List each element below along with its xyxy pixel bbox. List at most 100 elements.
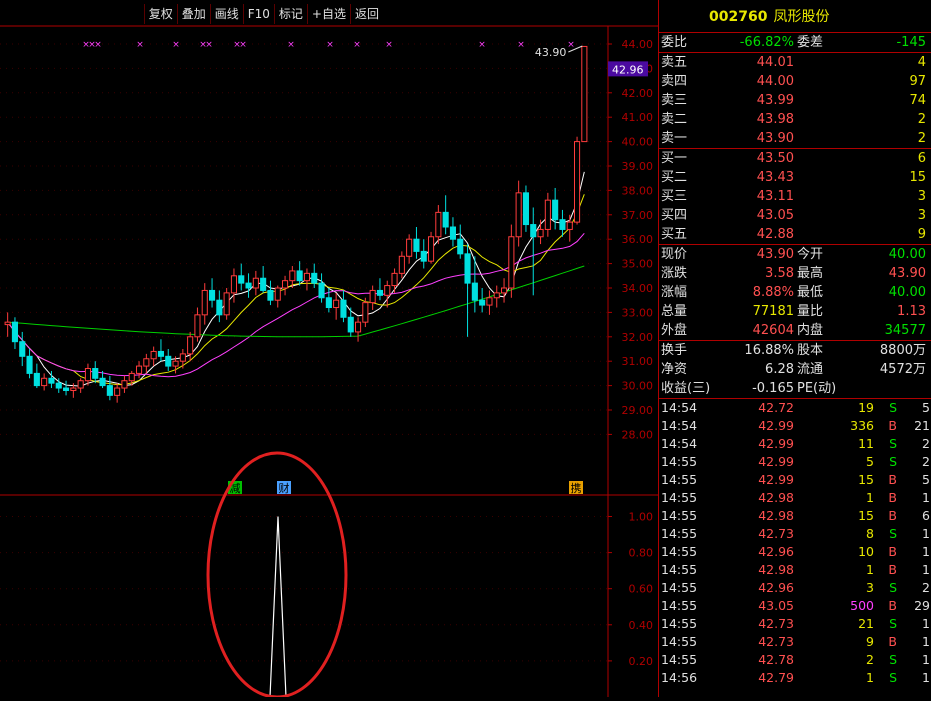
quote-value: 8.88% bbox=[752, 285, 794, 300]
kline-chart-area[interactable]: 44.0043.0042.0041.0040.0039.0038.0037.00… bbox=[0, 0, 658, 699]
y-tick-label: 40.00 bbox=[622, 136, 654, 149]
fund-label: 换手 bbox=[661, 343, 688, 358]
candle-up bbox=[369, 289, 376, 304]
tick-list[interactable]: 14:54 42.72 19 S 5 14:54 42.99 336 B 21 14:54 42.99… bbox=[659, 399, 931, 687]
y-tick-label: 39.00 bbox=[622, 160, 654, 173]
y-tick-label: 31.00 bbox=[622, 355, 654, 368]
ask-row: 卖三 43.99 74 bbox=[659, 91, 931, 110]
quote-label: 总量 bbox=[661, 304, 688, 319]
weibi-row: 委比 -66.82% 委差 -145 bbox=[659, 33, 931, 53]
tick-price: 42.99 bbox=[758, 436, 794, 451]
candle-up bbox=[121, 380, 128, 389]
tick-time: 14:55 bbox=[661, 454, 698, 469]
ask-price: 43.90 bbox=[756, 131, 794, 146]
candle-up bbox=[515, 192, 522, 238]
tick-row: 14:55 42.96 10 B 1 bbox=[659, 543, 931, 561]
tick-row: 14:54 42.72 19 S 5 bbox=[659, 399, 931, 417]
fund-value: 16.88% bbox=[744, 343, 794, 358]
toolbar-mark-button[interactable]: 标记 bbox=[273, 4, 307, 24]
toolbar-fuquan-button[interactable]: 复权 bbox=[143, 4, 177, 24]
candle-up bbox=[150, 350, 157, 360]
candle-up bbox=[289, 270, 296, 282]
toolbar-back-button[interactable]: 返回 bbox=[349, 4, 383, 24]
candle-up bbox=[486, 297, 493, 306]
tick-row: 14:55 42.73 8 S 1 bbox=[659, 525, 931, 543]
tick-volume: 1 bbox=[866, 490, 874, 505]
tick-time: 14:55 bbox=[661, 472, 698, 487]
signal-mark: × bbox=[567, 40, 575, 50]
tick-volume: 10 bbox=[858, 544, 874, 559]
quote-label: 涨跌 bbox=[661, 266, 688, 281]
quote-row: 涨跌 3.58 最高 43.90 bbox=[659, 264, 931, 283]
candle-down bbox=[62, 387, 70, 391]
candle-up bbox=[172, 360, 179, 367]
toolbar-overlay-button[interactable]: 叠加 bbox=[176, 4, 210, 24]
candle-up bbox=[427, 236, 435, 262]
signal-mark: × bbox=[205, 40, 213, 50]
candle-down bbox=[559, 219, 566, 230]
toolbar-f10-button[interactable]: F10 bbox=[242, 4, 274, 24]
candle-down bbox=[347, 316, 354, 333]
candle-up bbox=[354, 321, 362, 333]
lower-y-tick-label: 0.40 bbox=[629, 619, 654, 632]
tick-volume: 8 bbox=[866, 526, 874, 541]
tick-count: 1 bbox=[922, 526, 930, 541]
y-tick-label: 44.00 bbox=[622, 38, 654, 51]
candle-up bbox=[114, 387, 121, 396]
ask-price: 44.00 bbox=[756, 74, 794, 89]
candle-down bbox=[33, 372, 40, 387]
tick-time: 14:55 bbox=[661, 544, 698, 559]
ask-row: 卖二 43.98 2 bbox=[659, 110, 931, 129]
tick-count: 5 bbox=[922, 472, 930, 487]
candle-up bbox=[362, 302, 369, 323]
tick-side: B bbox=[888, 508, 897, 523]
tick-volume: 5 bbox=[866, 454, 874, 469]
candle-up bbox=[581, 45, 588, 143]
lower-y-tick-label: 0.20 bbox=[629, 655, 654, 668]
tick-time: 14:56 bbox=[661, 670, 698, 685]
candle-down bbox=[48, 377, 55, 384]
signal-mark: × bbox=[353, 40, 361, 50]
fund-label-2: 流通 bbox=[797, 362, 824, 377]
bid-row: 买四 43.05 3 bbox=[659, 206, 931, 225]
tick-row: 14:54 42.99 11 S 2 bbox=[659, 435, 931, 453]
quote-row: 现价 43.90 今开 40.00 bbox=[659, 245, 931, 264]
candle-down bbox=[449, 226, 457, 240]
tick-volume: 9 bbox=[866, 634, 874, 649]
bid-label: 买五 bbox=[661, 227, 688, 242]
tick-side: S bbox=[889, 454, 897, 469]
weicha-label: 委差 bbox=[797, 35, 824, 50]
candle-down bbox=[311, 272, 318, 284]
kline-chart[interactable]: 44.0043.0042.0041.0040.0039.0038.0037.00… bbox=[0, 0, 658, 699]
quote-label-2: 内盘 bbox=[797, 323, 824, 338]
tick-time: 14:54 bbox=[661, 418, 698, 433]
toolbar-draw-button[interactable]: 画线 bbox=[209, 4, 243, 24]
ask-label: 卖四 bbox=[661, 74, 688, 89]
signal-mark: × bbox=[136, 40, 144, 50]
tick-count: 1 bbox=[922, 670, 930, 685]
signal-mark: × bbox=[517, 40, 525, 50]
ask-volume: 4 bbox=[917, 55, 926, 70]
tick-row: 14:55 42.99 15 B 5 bbox=[659, 471, 931, 489]
tick-count: 5 bbox=[922, 400, 930, 415]
stock-header: 002760 凤形股份 bbox=[659, 0, 931, 33]
candle-up bbox=[566, 221, 573, 230]
ask-volume: 74 bbox=[909, 93, 926, 108]
fund-label: 净资 bbox=[661, 362, 688, 377]
signal-mark: × bbox=[287, 40, 295, 50]
tick-count: 21 bbox=[914, 418, 930, 433]
tick-volume: 19 bbox=[858, 400, 874, 415]
quote-panel: 002760 凤形股份 委比 -66.82% 委差 -145 卖五 44.01 4 卖四… bbox=[658, 0, 931, 697]
candle-up bbox=[84, 368, 92, 382]
weicha-value: -145 bbox=[896, 35, 926, 50]
candle-up bbox=[135, 365, 143, 374]
candle-down bbox=[318, 282, 325, 299]
toolbar-add-watchlist-button[interactable]: +自选 bbox=[306, 4, 350, 24]
ask-label: 卖二 bbox=[661, 112, 688, 127]
candle-down bbox=[471, 282, 478, 301]
candle-up bbox=[41, 377, 48, 387]
bid-price: 43.11 bbox=[756, 189, 794, 204]
quote-value: 77181 bbox=[752, 304, 794, 319]
bid-row: 买二 43.43 15 bbox=[659, 168, 931, 187]
fund-value-2: 4572万 bbox=[879, 362, 926, 377]
